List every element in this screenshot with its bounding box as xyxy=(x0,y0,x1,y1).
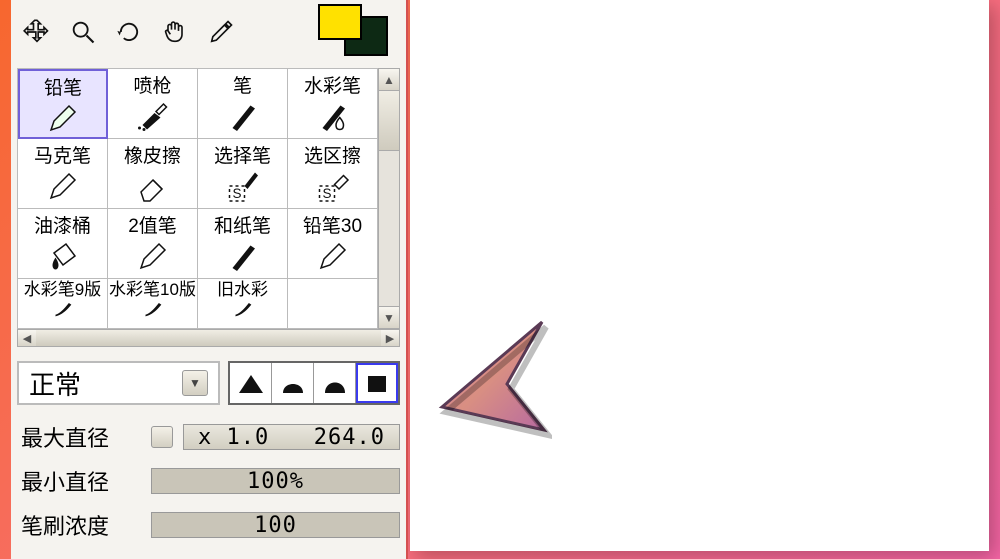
canvas-area[interactable] xyxy=(410,0,989,551)
toolbar xyxy=(11,0,406,64)
brush-grid-vscroll[interactable]: ▲ ▼ xyxy=(378,68,400,329)
scroll-up-button[interactable]: ▲ xyxy=(379,69,399,91)
max-diameter-menu-button[interactable] xyxy=(151,426,173,448)
brush-tool-oldwater[interactable]: 旧水彩 xyxy=(198,279,288,329)
brush-tool-watercolor[interactable]: 水彩笔 xyxy=(288,69,378,139)
scroll-down-button[interactable]: ▼ xyxy=(379,306,399,328)
brush-label: 2值笔 xyxy=(128,211,177,238)
brush-label: 选择笔 xyxy=(214,141,271,168)
brush-tool-pencil[interactable]: 铅笔 xyxy=(18,69,108,139)
density-slider[interactable]: 100 xyxy=(151,512,400,538)
min-diameter-slider[interactable]: 100% xyxy=(151,468,400,494)
brush-shape-round2[interactable] xyxy=(314,363,356,403)
brush-label: 笔 xyxy=(233,71,252,98)
hand-tool[interactable] xyxy=(155,12,195,52)
brush-tool-selecterase[interactable]: 选区擦 S xyxy=(288,139,378,209)
brush-tool-brush[interactable]: 笔 xyxy=(198,69,288,139)
max-diameter-multiplier: x 1.0 xyxy=(198,425,269,450)
brush-label: 铅笔 xyxy=(44,73,82,100)
scroll-thumb[interactable] xyxy=(379,91,399,151)
brush-shape-round[interactable] xyxy=(272,363,314,403)
brush-shape-square[interactable] xyxy=(356,363,398,403)
density-value: 100 xyxy=(254,513,297,538)
brush-tool-marker[interactable]: 马克笔 xyxy=(18,139,108,209)
brush-tool-binary[interactable]: 2值笔 xyxy=(108,209,198,279)
brush-label: 选区擦 xyxy=(304,141,361,168)
brush-tool-bucket[interactable]: 油漆桶 xyxy=(18,209,108,279)
brush-label: 水彩笔10版 xyxy=(109,281,196,298)
color-swatch[interactable] xyxy=(318,4,388,60)
brush-tool-pencil30[interactable]: 铅笔30 xyxy=(288,209,378,279)
brush-grid: 铅笔 喷枪 笔 水彩笔 马克笔 橡皮擦 xyxy=(17,68,378,329)
brush-label: 和纸笔 xyxy=(214,211,271,238)
zoom-tool[interactable] xyxy=(63,12,103,52)
brush-label: 旧水彩 xyxy=(217,281,268,298)
brush-shape-picker xyxy=(228,361,400,405)
brush-shape-triangle[interactable] xyxy=(230,363,272,403)
brush-grid-hscroll[interactable]: ◀ ▶ xyxy=(17,329,400,347)
blend-mode-dropdown-button[interactable]: ▼ xyxy=(182,370,208,396)
brush-tool-selectpen[interactable]: 选择笔 S xyxy=(198,139,288,209)
max-diameter-label: 最大直径 xyxy=(21,421,141,453)
scroll-right-button[interactable]: ▶ xyxy=(381,330,399,346)
svg-text:S: S xyxy=(322,186,331,201)
foreground-color-swatch[interactable] xyxy=(318,4,362,40)
brush-label: 油漆桶 xyxy=(34,211,91,238)
rotate-tool[interactable] xyxy=(109,12,149,52)
max-diameter-slider[interactable]: x 1.0 264.0 xyxy=(183,424,400,450)
min-diameter-value: 100% xyxy=(247,469,304,494)
min-diameter-label: 最小直径 xyxy=(21,465,141,497)
tool-panel: 铅笔 喷枪 笔 水彩笔 马克笔 橡皮擦 xyxy=(11,0,408,559)
max-diameter-value: 264.0 xyxy=(314,425,385,450)
blend-mode-label: 正常 xyxy=(29,365,81,402)
brush-label: 喷枪 xyxy=(133,71,171,98)
brush-tool-water9[interactable]: 水彩笔9版 xyxy=(18,279,108,329)
eyedropper-tool[interactable] xyxy=(201,12,241,52)
brush-tool-washi[interactable]: 和纸笔 xyxy=(198,209,288,279)
brush-tool-eraser[interactable]: 橡皮擦 xyxy=(108,139,198,209)
scroll-left-button[interactable]: ◀ xyxy=(18,330,36,346)
move-tool[interactable] xyxy=(17,12,57,52)
svg-text:S: S xyxy=(232,186,241,201)
brush-label: 马克笔 xyxy=(34,141,91,168)
brush-label: 水彩笔9版 xyxy=(24,281,101,298)
density-label: 笔刷浓度 xyxy=(21,509,141,541)
scroll-thumb[interactable] xyxy=(36,330,381,346)
brush-tool-airbrush[interactable]: 喷枪 xyxy=(108,69,198,139)
blend-mode-select[interactable]: 正常 ▼ xyxy=(17,361,220,405)
brush-label: 铅笔30 xyxy=(303,211,362,238)
brush-tool-water10[interactable]: 水彩笔10版 xyxy=(108,279,198,329)
brush-label: 橡皮擦 xyxy=(124,141,181,168)
brush-label: 水彩笔 xyxy=(304,71,361,98)
brush-tool-empty[interactable] xyxy=(288,279,378,329)
